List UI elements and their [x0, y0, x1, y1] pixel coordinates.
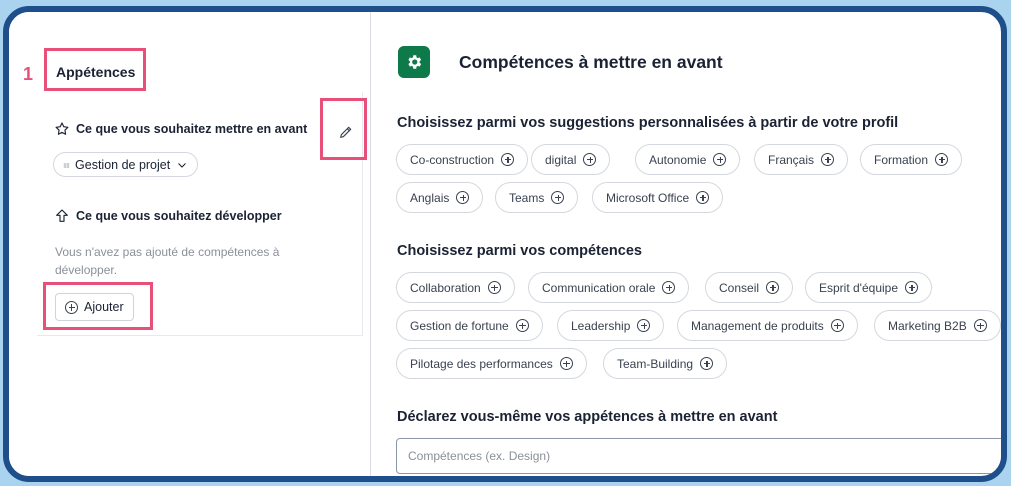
empty-develop-text: Vous n'avez pas ajouté de compétences à …	[55, 245, 280, 277]
page-title: Compétences à mettre en avant	[459, 52, 723, 72]
chip-label: Français	[768, 152, 815, 167]
step-number: 1	[23, 64, 34, 84]
chip-label: Teams	[509, 190, 545, 205]
highlight-box-edit	[320, 98, 367, 160]
add-circle-icon	[487, 281, 501, 294]
develop-heading-row: Ce que vous souhaitez développer	[54, 208, 282, 224]
chip-label: Anglais	[410, 190, 450, 205]
skill-chip[interactable]: Communication orale	[528, 272, 690, 303]
suggestion-chip[interactable]: Formation	[860, 144, 963, 175]
skill-chip[interactable]: Pilotage des performances	[396, 348, 587, 379]
add-circle-icon	[766, 281, 780, 294]
chip-label: digital	[545, 152, 577, 167]
develop-heading: Ce que vous souhaitez développer	[76, 209, 282, 223]
add-circle-icon	[637, 319, 651, 332]
add-circle-icon	[905, 281, 919, 294]
highlight-box-title	[44, 48, 146, 91]
chip-label: Leadership	[571, 318, 631, 333]
skill-chip[interactable]: Collaboration	[396, 272, 515, 303]
chip-label: Management de produits	[691, 318, 824, 333]
add-circle-icon	[821, 153, 835, 166]
add-circle-icon	[501, 153, 515, 166]
add-circle-icon	[583, 153, 597, 166]
chip-label: Team-Building	[617, 356, 694, 371]
chip-label: Marketing B2B	[888, 318, 967, 333]
chip-label: Conseil	[719, 280, 760, 295]
suggestion-chip[interactable]: Français	[754, 144, 849, 175]
add-circle-icon	[700, 357, 714, 370]
chip-label: Esprit d'équipe	[819, 280, 899, 295]
skills-gear-icon	[398, 46, 430, 78]
chip-label: Gestion de fortune	[410, 318, 509, 333]
skill-chip[interactable]: Marketing B2B	[874, 310, 1001, 341]
chip-label: Microsoft Office	[606, 190, 690, 205]
suggestion-chip[interactable]: Microsoft Office	[592, 182, 724, 213]
add-circle-icon	[935, 153, 949, 166]
chip-label: Autonomie	[649, 152, 707, 167]
app-frame: Compétences à mettre en avant Choisissez…	[3, 6, 1007, 482]
skills-heading: Choisissez parmi vos compétences	[397, 243, 642, 259]
skill-chip[interactable]: Conseil	[705, 272, 794, 303]
highlight-box-add	[43, 282, 153, 330]
chip-label: Communication orale	[542, 280, 656, 295]
arrow-up-outline-icon	[56, 209, 68, 222]
skill-chip[interactable]: Team-Building	[603, 348, 728, 379]
suggestion-chip[interactable]: Anglais	[396, 182, 484, 213]
panel-divider	[370, 12, 371, 476]
chip-label: Collaboration	[410, 280, 481, 295]
selected-skill-pill[interactable]: ıııı Gestion de projet	[53, 152, 199, 177]
suggestion-chip[interactable]: Co-construction	[396, 144, 529, 175]
suggestions-heading: Choisissez parmi vos suggestions personn…	[397, 115, 899, 131]
skill-chip[interactable]: Esprit d'équipe	[805, 272, 933, 303]
add-circle-icon	[515, 319, 529, 332]
skills-input[interactable]	[396, 438, 1001, 474]
suggestion-chip[interactable]: Autonomie	[635, 144, 741, 175]
star-outline-icon	[55, 122, 69, 135]
add-circle-icon	[830, 319, 844, 332]
add-circle-icon	[713, 153, 727, 166]
chevron-down-icon	[178, 162, 187, 168]
suggestion-chip[interactable]: Teams	[495, 182, 579, 213]
declare-heading: Déclarez vous-même vos appétences à mett…	[397, 409, 778, 425]
add-circle-icon	[662, 281, 676, 294]
highlight-heading: Ce que vous souhaitez mettre en avant	[76, 122, 308, 136]
skill-chip[interactable]: Gestion de fortune	[396, 310, 543, 341]
skill-chip[interactable]: Leadership	[557, 310, 665, 341]
chip-label: Formation	[874, 152, 929, 167]
chip-label: Co-construction	[410, 152, 495, 167]
add-circle-icon	[696, 191, 710, 204]
skill-chip[interactable]: Management de produits	[677, 310, 858, 341]
add-circle-icon	[551, 191, 565, 204]
drag-handle-icon: ıııı	[63, 159, 70, 170]
selected-skill-label: Gestion de projet	[75, 157, 171, 172]
chip-label: Pilotage des performances	[410, 356, 553, 371]
add-circle-icon	[559, 357, 573, 370]
add-circle-icon	[456, 191, 470, 204]
add-circle-icon	[973, 319, 987, 332]
suggestion-chip[interactable]: digital	[531, 144, 611, 175]
highlight-heading-row: Ce que vous souhaitez mettre en avant	[54, 121, 307, 137]
